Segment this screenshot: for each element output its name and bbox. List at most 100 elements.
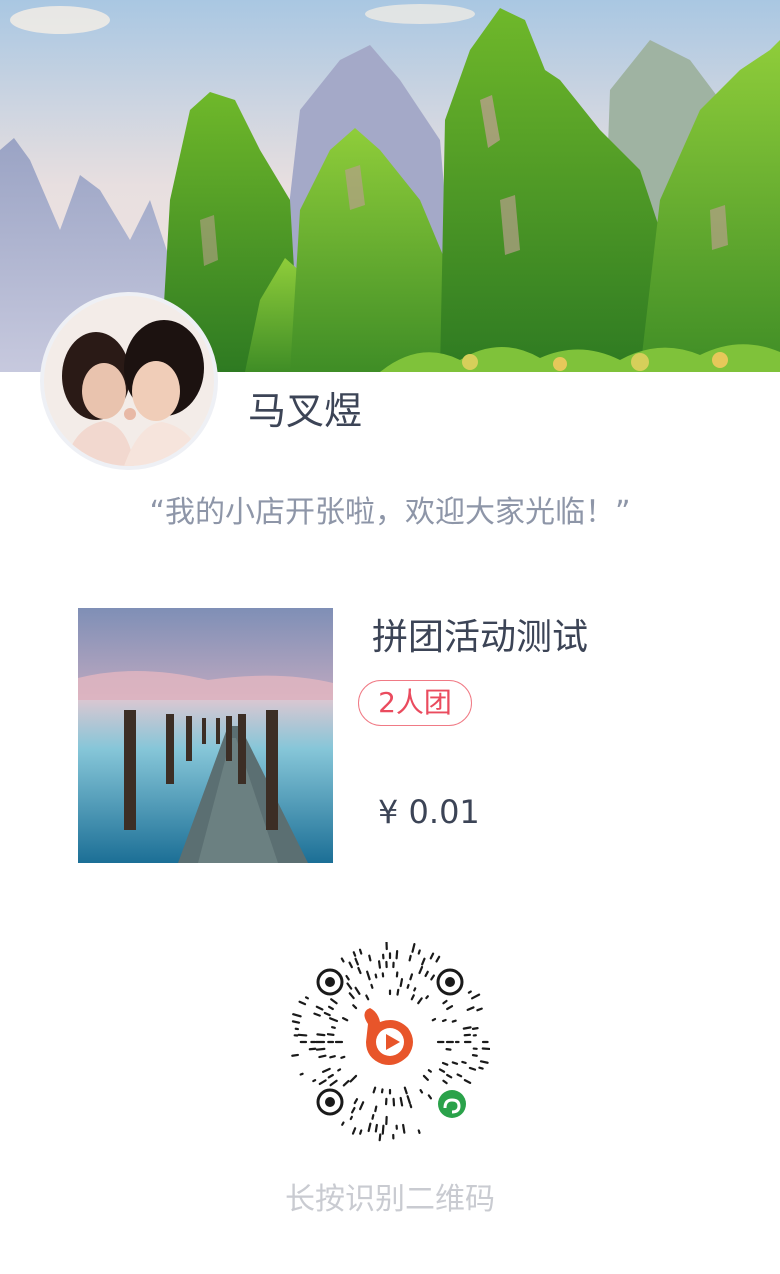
qr-code-dot	[466, 1006, 475, 1011]
qr-code-dot	[351, 1106, 356, 1114]
qr-code-dot	[315, 1047, 326, 1051]
qr-code-dot	[430, 974, 435, 981]
qr-code-dot	[352, 1004, 358, 1010]
product-price: ¥ 0.01	[378, 793, 480, 831]
qr-code-dot	[462, 1026, 472, 1030]
qr-code-dot	[323, 1011, 331, 1017]
qr-code-dot	[312, 1079, 317, 1083]
qr-code-dot	[298, 1000, 307, 1006]
qr-code-dot	[446, 1073, 453, 1079]
qr-code-dot	[359, 1101, 365, 1111]
qr-code-dot	[471, 1027, 479, 1030]
qr-code-dot	[396, 988, 400, 996]
shop-owner-avatar[interactable]	[40, 292, 218, 470]
qr-code-dot	[441, 1061, 449, 1066]
qr-code-dot	[425, 995, 429, 1000]
qr-code-dot	[461, 1060, 467, 1064]
qr-code-dot	[345, 974, 350, 981]
qr-code-dot	[371, 1114, 375, 1120]
qr-code-dot	[417, 949, 421, 955]
qr-code-dot	[329, 1079, 338, 1087]
product-image[interactable]	[78, 608, 333, 863]
qr-code-dot	[329, 1017, 339, 1023]
qr-code-dot	[451, 1019, 457, 1023]
qr-code-dot	[348, 961, 353, 969]
qr-code-dot	[292, 1013, 302, 1018]
qr-code-dot	[427, 1094, 433, 1100]
qr-code-dot	[411, 942, 416, 953]
qr-code-dot	[340, 957, 345, 963]
qr-code-dot	[348, 992, 355, 1000]
qr-code-dot	[410, 994, 415, 1001]
qr-code-dot	[409, 973, 414, 981]
qr-code-dot	[321, 1067, 331, 1073]
qr-code-dot	[395, 949, 399, 960]
qr-code-dot	[417, 1129, 421, 1134]
qr-code-dot	[365, 994, 370, 1001]
qr-code-dot	[409, 1103, 413, 1109]
qr-code-dot	[408, 954, 412, 962]
qr-code-dot	[351, 1127, 357, 1135]
qr-code-dot	[435, 955, 441, 963]
qr-code-dot	[406, 983, 410, 989]
qr-code-dot	[342, 1079, 350, 1087]
qr-code-dot	[446, 1005, 454, 1011]
qr-code-dot	[341, 1016, 349, 1022]
qr-code-dot	[291, 1020, 301, 1024]
qr-code-dot	[327, 1005, 334, 1011]
qr-code-dot	[377, 960, 382, 969]
qr-code-dot	[299, 1072, 304, 1076]
qr-code-dot	[417, 997, 423, 1005]
qr-code-dot	[367, 1122, 372, 1133]
qr-code-dot	[368, 954, 372, 962]
qr-code-dot	[329, 1055, 336, 1059]
qr-code-dot	[349, 1074, 358, 1083]
group-size-badge: 2人团	[358, 680, 472, 726]
qr-code-dot	[374, 973, 378, 979]
qr-code-dot	[427, 1069, 432, 1073]
qr-code-dot	[378, 1133, 382, 1142]
qr-code-dot	[318, 1079, 327, 1086]
shop-name: 马叉煜	[248, 389, 363, 433]
qr-code-dot	[357, 966, 362, 975]
qr-code-dot	[370, 983, 374, 989]
product-title[interactable]: 拼团活动测试	[372, 612, 588, 664]
qr-code-dot	[315, 1005, 324, 1011]
qr-code-dot	[346, 982, 353, 990]
qr-code-dot	[326, 1033, 335, 1036]
qr-code-dot	[431, 1017, 437, 1022]
qr-code-dot	[399, 978, 404, 988]
qr-code-dot	[341, 1121, 345, 1126]
qr-code-dot	[297, 1033, 308, 1037]
qr-code-dot	[476, 1007, 483, 1012]
qr-code-dot	[331, 1026, 336, 1029]
qr-code-dot	[374, 1123, 378, 1133]
mini-program-qrcode-icon[interactable]	[290, 940, 491, 1142]
qr-code-dot	[468, 1066, 477, 1071]
qr-code-dot	[467, 990, 472, 994]
qr-code-dot	[340, 1055, 346, 1059]
qr-code-dot	[471, 1054, 478, 1057]
qr-code-dot	[456, 1073, 463, 1078]
qr-code-dot	[316, 1033, 326, 1037]
qr-code-dot	[352, 951, 357, 957]
qr-code-dot	[419, 1089, 424, 1094]
qr-code-dot	[358, 948, 363, 955]
qr-code-dot	[359, 1129, 363, 1135]
qr-code-dot	[441, 1018, 447, 1023]
qr-code-dot	[438, 1068, 446, 1073]
qr-code-dot	[424, 970, 429, 978]
qr-code-dot	[349, 1115, 353, 1121]
qr-code-dot	[442, 1079, 448, 1085]
qr-code-dot	[313, 1012, 321, 1017]
qr-code-dot	[327, 1073, 334, 1079]
qr-code-dot	[372, 1086, 377, 1094]
qr-code-dot	[318, 1054, 327, 1059]
qr-code-dot	[403, 1086, 408, 1095]
qr-code-dot	[463, 1079, 472, 1084]
qr-code-dot	[354, 957, 359, 966]
qr-code-dot	[422, 1074, 429, 1081]
qr-code-dot	[442, 999, 448, 1005]
shop-motto: “我的小店开张啦，欢迎大家光临！”	[149, 495, 631, 530]
qr-code-dot	[421, 957, 426, 966]
